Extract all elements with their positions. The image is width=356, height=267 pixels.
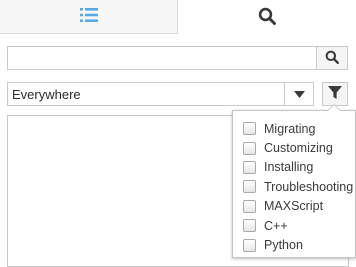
filter-item-maxscript[interactable]: MAXScript	[243, 197, 353, 216]
checkbox[interactable]	[243, 199, 256, 213]
filter-item-troubleshooting[interactable]: Troubleshooting	[243, 177, 353, 196]
search-icon	[325, 50, 339, 67]
checkbox[interactable]	[243, 180, 256, 194]
scope-dropdown[interactable]: Everywhere	[7, 82, 314, 106]
scope-selected-value: Everywhere	[12, 87, 81, 102]
checkbox[interactable]	[243, 238, 256, 252]
filter-item-migrating[interactable]: Migrating	[243, 119, 353, 138]
checkbox[interactable]	[243, 160, 256, 174]
filter-item-cpp[interactable]: C++	[243, 216, 353, 235]
search-icon	[258, 7, 276, 28]
funnel-icon	[328, 85, 342, 103]
filter-label: Customizing	[264, 141, 333, 156]
checkbox[interactable]	[243, 219, 256, 233]
chevron-down-icon[interactable]	[284, 83, 313, 105]
filter-label: Installing	[264, 160, 314, 175]
checkbox[interactable]	[243, 122, 256, 136]
tab-search[interactable]	[178, 0, 356, 34]
filter-item-installing[interactable]: Installing	[243, 158, 353, 177]
popup-caret-fill	[328, 105, 340, 111]
list-icon	[79, 7, 98, 26]
filter-popup: Migrating Customizing Installing Trouble…	[232, 110, 356, 258]
filter-label: Migrating	[264, 121, 316, 136]
tab-contents[interactable]	[0, 0, 178, 34]
tab-bar	[0, 0, 356, 34]
filter-item-customizing[interactable]: Customizing	[243, 138, 353, 157]
checkbox[interactable]	[243, 141, 256, 155]
filter-list: Migrating Customizing Installing Trouble…	[243, 119, 353, 255]
filter-label: C++	[264, 218, 288, 233]
filter-button[interactable]	[322, 82, 348, 106]
filter-label: Python	[264, 238, 303, 253]
filter-label: Troubleshooting	[264, 179, 354, 194]
search-button[interactable]	[316, 46, 348, 70]
search-input[interactable]	[7, 46, 319, 70]
filter-label: MAXScript	[264, 199, 324, 214]
filter-item-python[interactable]: Python	[243, 235, 353, 254]
